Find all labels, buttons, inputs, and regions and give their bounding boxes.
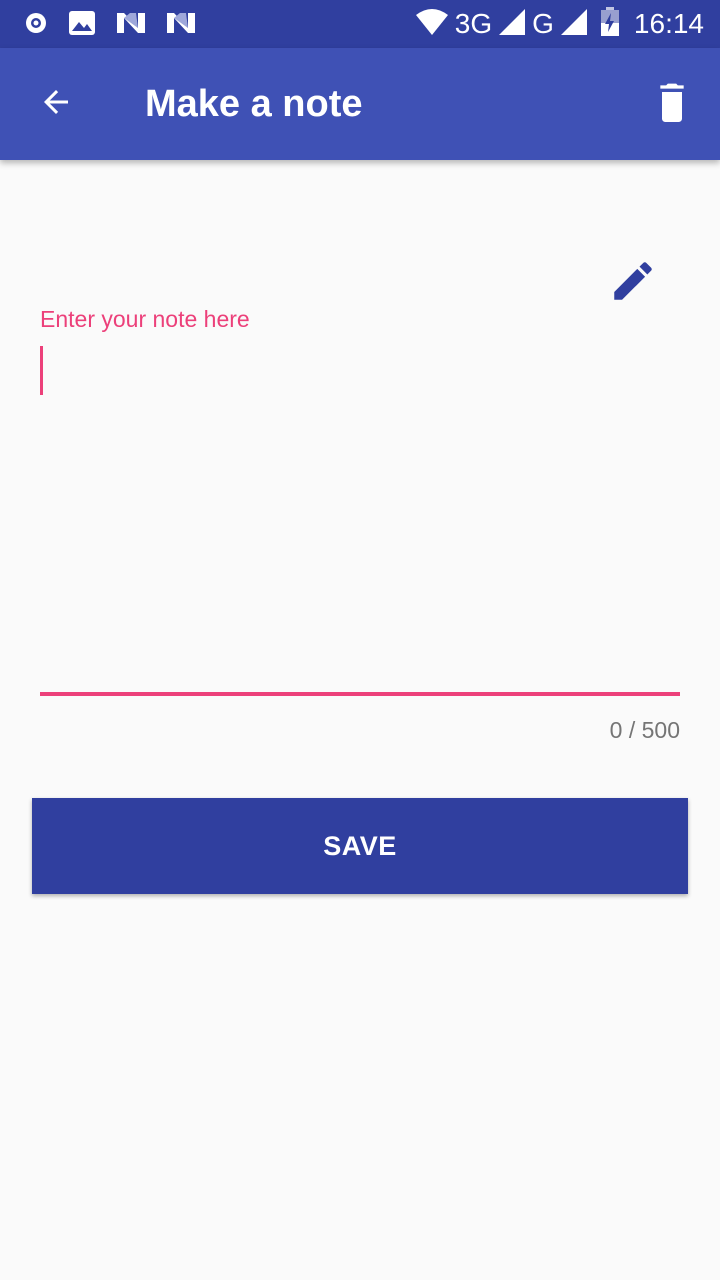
app-bar: Make a note [0, 48, 720, 160]
trash-icon [652, 80, 692, 129]
network-type-g: G [532, 8, 554, 39]
status-bar: 3G G 16:14 [0, 0, 720, 48]
arrow-back-icon [38, 84, 74, 125]
signal-icon [560, 8, 588, 41]
wifi-icon [415, 8, 449, 41]
page-title: Make a note [145, 83, 363, 125]
pencil-icon [608, 256, 658, 306]
note-input-underline [40, 692, 680, 696]
n-logo-icon [116, 11, 146, 40]
note-hint-label: Enter your note here [40, 306, 250, 332]
system-icons: 3G G 16:14 [415, 6, 704, 42]
clock: 16:14 [633, 8, 704, 39]
save-button[interactable]: SAVE [32, 798, 688, 894]
signal-icon [498, 8, 526, 41]
text-cursor [40, 346, 43, 395]
note-input[interactable] [40, 346, 680, 686]
image-icon [68, 10, 96, 41]
network-type-3g: 3G [454, 8, 493, 39]
character-counter: 0 / 500 [609, 717, 680, 743]
radio-icon [24, 11, 48, 40]
notification-icons [24, 10, 196, 41]
n-logo-icon [166, 11, 196, 40]
battery-charging-icon [600, 6, 620, 42]
back-button[interactable] [24, 80, 88, 128]
delete-button[interactable] [648, 78, 696, 130]
